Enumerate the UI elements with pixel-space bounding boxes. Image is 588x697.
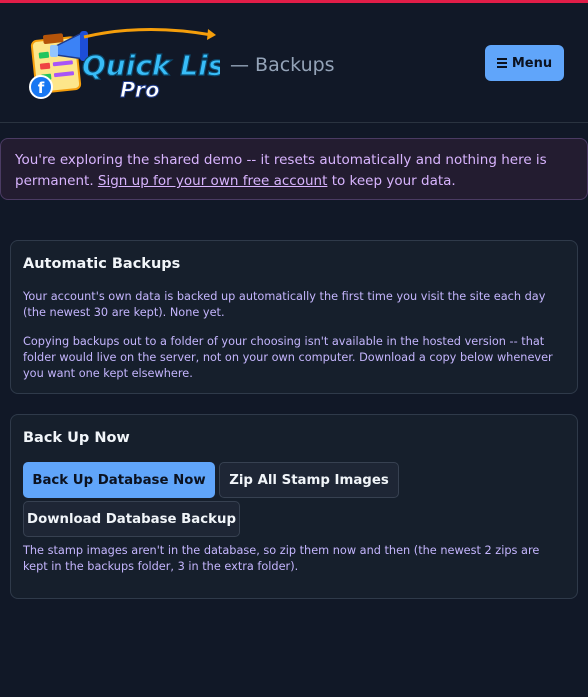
page-header: f Quick List Pro — Backups Menu bbox=[0, 3, 588, 123]
quick-list-pro-logo: f Quick List Pro bbox=[29, 28, 240, 103]
automatic-backups-card: Automatic Backups Your account's own dat… bbox=[10, 240, 578, 394]
hamburger-icon bbox=[496, 58, 507, 68]
svg-text:f: f bbox=[38, 79, 45, 97]
back-up-now-title: Back Up Now bbox=[23, 430, 130, 446]
stamp-images-note: The stamp images aren't in the database,… bbox=[23, 544, 540, 573]
menu-label: Menu bbox=[511, 55, 553, 71]
page-title: — Backups bbox=[230, 54, 335, 76]
automatic-backups-info: Your account's own data is backed up aut… bbox=[23, 290, 546, 319]
signup-link[interactable]: Sign up for your own free account bbox=[98, 173, 328, 189]
app-logo[interactable]: f Quick List Pro bbox=[24, 25, 240, 103]
menu-button[interactable]: Menu bbox=[485, 45, 564, 81]
demo-notice-banner: You're exploring the shared demo -- it r… bbox=[0, 138, 588, 200]
svg-text:Pro: Pro bbox=[120, 78, 160, 102]
automatic-backups-title: Automatic Backups bbox=[23, 256, 181, 272]
demo-notice-text-end: to keep your data. bbox=[327, 173, 456, 189]
backup-folder-info: Copying backups out to a folder of your … bbox=[23, 335, 553, 380]
backup-database-button[interactable]: Back Up Database Now bbox=[23, 462, 215, 498]
back-up-now-card: Back Up Now Back Up Database Now Zip All… bbox=[10, 414, 578, 599]
download-database-backup-button[interactable]: Download Database Backup bbox=[23, 501, 240, 537]
zip-stamp-images-button[interactable]: Zip All Stamp Images bbox=[219, 462, 399, 498]
